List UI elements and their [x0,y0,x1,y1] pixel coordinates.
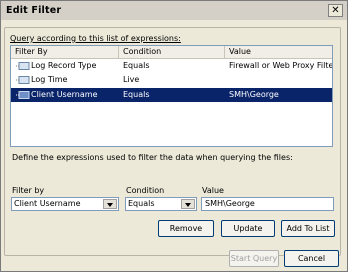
row-value [229,73,332,87]
condition-selected-value: Equals [128,199,155,208]
filter-by-dropdown[interactable]: Client Username [11,197,119,211]
column-header-filter-by[interactable]: Filter By [11,46,119,58]
cancel-button[interactable]: Cancel [284,250,339,267]
chevron-down-icon[interactable] [103,199,117,209]
row-value: Firewall or Web Proxy Filter [229,61,332,70]
expression-list[interactable]: Filter By Condition Value Log Record Typ… [10,45,333,147]
column-header-condition[interactable]: Condition [119,46,225,58]
filter-row-icon [16,62,30,70]
filter-by-label: Filter by [12,186,45,195]
filter-by-selected-value: Client Username [14,199,81,208]
value-input-text: SMH\George [205,199,255,208]
dialog-title: Edit Filter [6,5,62,16]
condition-dropdown[interactable]: Equals [125,197,197,211]
query-group-label: Query according to this list of expressi… [10,34,181,43]
row-value: SMH\George [229,90,279,99]
filter-row-icon [16,91,30,99]
title-bar: Edit Filter ✕ [1,1,347,20]
list-header: Filter By Condition Value [11,46,332,59]
value-label: Value [202,186,224,195]
remove-button[interactable]: Remove [158,220,214,237]
start-query-button[interactable]: Start Query [229,250,279,267]
filter-row-icon [16,76,30,84]
row-condition: Live [123,75,140,84]
condition-label: Condition [126,186,165,195]
chevron-down-icon[interactable] [181,199,195,209]
column-header-value[interactable]: Value [225,46,332,58]
close-button[interactable]: ✕ [328,4,343,17]
row-filter-by: Log Record Type [31,61,97,70]
update-button[interactable]: Update [221,220,275,237]
instructions-text: Define the expressions used to filter th… [12,153,293,162]
close-icon: ✕ [331,5,340,16]
row-filter-by: Log Time [31,75,68,84]
list-item[interactable]: Log Time Live [11,73,332,87]
list-item-selected[interactable]: Client Username Equals SMH\George [11,88,332,102]
add-to-list-button[interactable]: Add To List [281,220,335,237]
row-filter-by: Client Username [31,90,98,99]
list-item[interactable]: Log Record Type Equals Firewall or Web P… [11,59,332,73]
value-input[interactable]: SMH\George [201,197,334,211]
query-group-label-text: Query according to this list of expressi… [10,34,181,43]
row-condition: Equals [123,61,150,70]
row-condition: Equals [123,90,150,99]
